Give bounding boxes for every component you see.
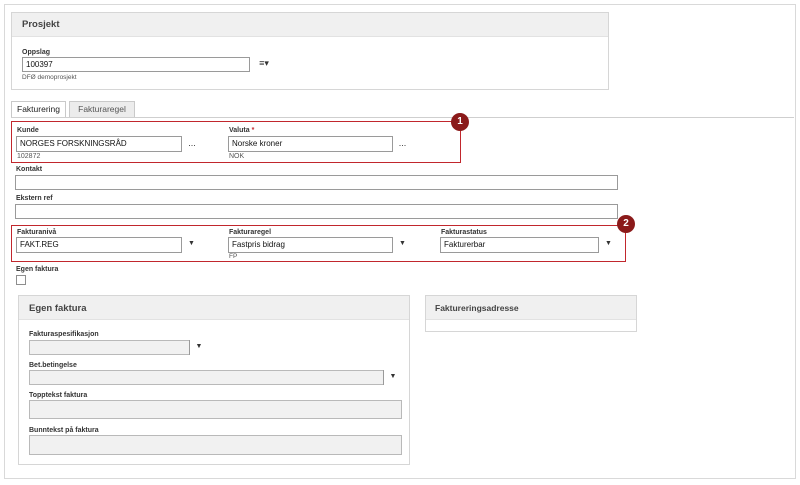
invoice-level-select[interactable]: FAKT.REG [16,237,201,253]
ellipsis-icon: ... [188,138,196,148]
chevron-down-icon: ▼ [389,373,397,380]
callout-number-2: 2 [623,218,629,229]
list-filter-icon: ≡▾ [259,58,269,68]
invoice-rule-value: Fastpris bidrag [232,240,285,249]
tab-fakturaregel[interactable]: Fakturaregel [69,101,135,117]
project-panel: Prosjekt Oppslag 100397 ≡▾ DFØ demoprosj… [11,12,609,90]
payment-terms-dropdown[interactable]: ▼ [383,370,402,385]
tab-fakturering-label: Fakturering [17,104,60,114]
currency-label: Valuta * [229,127,254,134]
currency-label-text: Valuta [229,127,250,134]
invoice-rule-label: Fakturaregel [229,229,272,236]
invoice-status-value: Fakturerbar [444,240,486,249]
invoice-level-dropdown[interactable]: ▼ [181,237,201,253]
currency-lookup-button[interactable]: ... [392,136,412,152]
tab-divider [11,117,794,118]
header-text-label: Topptekst faktura [29,392,88,399]
customer-value: NORGES FORSKNINGSRÅD [20,139,127,148]
chevron-down-icon: ▼ [605,240,612,247]
lookup-list-button[interactable]: ≡▾ [249,57,278,72]
contact-label: Kontakt [16,166,43,173]
payment-terms-select[interactable] [29,370,402,385]
customer-label: Kunde [17,127,39,134]
external-ref-label: Ekstern ref [16,195,53,202]
own-invoice-checkbox[interactable] [16,275,26,285]
billing-address-panel: Faktureringsadresse [425,295,637,332]
customer-lookup-button[interactable]: ... [181,136,202,152]
invoice-rule-sub: FP [229,253,238,260]
invoice-rule-dropdown[interactable]: ▼ [392,237,412,253]
callout-badge-2: 2 [617,215,635,233]
external-ref-input[interactable] [15,204,618,219]
ellipsis-icon: ... [398,138,407,148]
footer-text-label: Bunntekst på faktura [29,427,99,434]
invoice-status-dropdown[interactable]: ▼ [598,237,618,253]
lookup-value: 100397 [26,60,53,69]
own-invoice-label: Egen faktura [16,266,59,273]
currency-input[interactable]: Norske kroner [228,136,412,152]
callout-badge-1: 1 [451,113,469,131]
customer-sub: 102872 [17,153,41,160]
header-text-input[interactable] [29,400,402,419]
currency-value: Norske kroner [232,139,283,148]
footer-text-input[interactable] [29,435,402,455]
billing-address-panel-header: Faktureringsadresse [426,296,636,320]
invoice-status-label: Fakturastatus [441,229,487,236]
chevron-down-icon: ▼ [399,240,406,247]
lookup-subtext: DFØ demoprosjekt [22,74,77,81]
invoice-status-select[interactable]: Fakturerbar [440,237,618,253]
invoice-level-label: Fakturanivå [17,229,57,236]
invoice-spec-select[interactable] [29,340,208,355]
invoice-level-value: FAKT.REG [20,240,59,249]
callout-number-1: 1 [457,116,463,127]
invoice-spec-dropdown[interactable]: ▼ [189,340,208,355]
tab-fakturering[interactable]: Fakturering [11,101,66,118]
own-invoice-panel-header: Egen faktura [19,296,409,320]
project-panel-title: Prosjekt [22,19,60,30]
invoice-rule-select[interactable]: Fastpris bidrag [228,237,412,253]
own-invoice-panel: Egen faktura Fakturaspesifikasjon ▼ Bet.… [18,295,410,465]
payment-terms-label: Bet.betingelse [29,362,77,369]
tab-fakturaregel-label: Fakturaregel [78,104,126,114]
chevron-down-icon: ▼ [195,343,203,350]
contact-input[interactable] [15,175,618,190]
chevron-down-icon: ▼ [188,240,195,247]
customer-input[interactable]: NORGES FORSKNINGSRÅD [16,136,202,152]
invoice-spec-label: Fakturaspesifikasjon [29,331,99,338]
lookup-label: Oppslag [22,49,51,56]
currency-sub: NOK [229,153,245,160]
lookup-input[interactable]: 100397 [22,57,278,72]
own-invoice-panel-title: Egen faktura [29,303,87,314]
billing-address-panel-title: Faktureringsadresse [435,303,519,313]
project-panel-header: Prosjekt [12,13,608,37]
required-mark: * [251,127,255,134]
